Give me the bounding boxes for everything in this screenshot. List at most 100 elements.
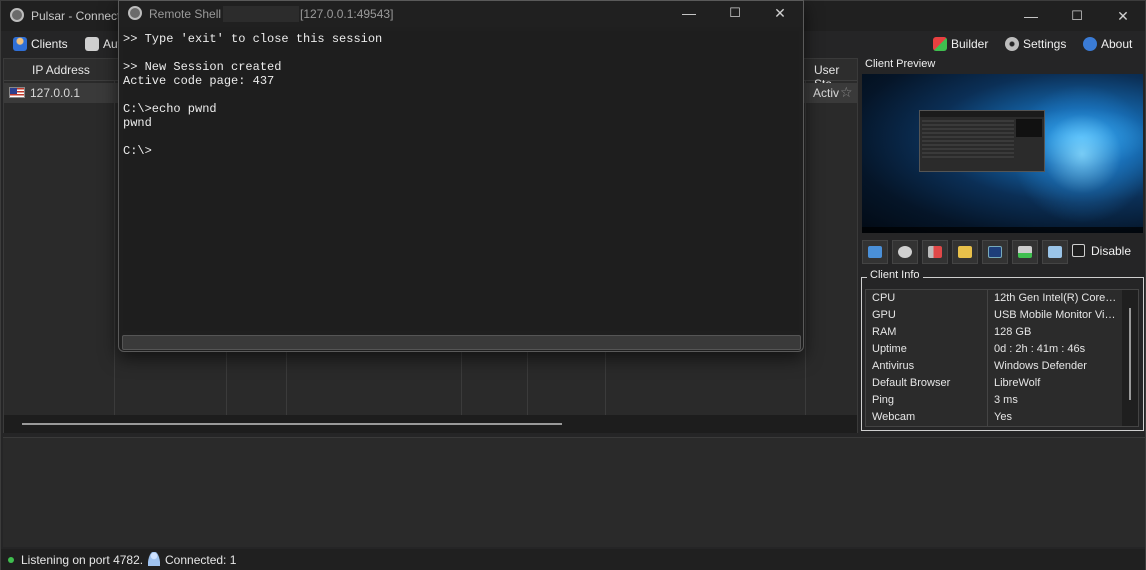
status-bar: Listening on port 4782. Connected: 1 bbox=[1, 549, 1145, 570]
menu-clients-label: Clients bbox=[31, 37, 68, 51]
audio-button[interactable] bbox=[922, 240, 948, 264]
app-logo-icon bbox=[10, 8, 24, 22]
preview-taskbar bbox=[862, 227, 1143, 233]
menu-about[interactable]: About bbox=[1083, 37, 1132, 51]
drive-button[interactable] bbox=[1012, 240, 1038, 264]
console-line: C:\>echo pwnd bbox=[123, 102, 217, 116]
info-value: Yes bbox=[994, 411, 1012, 423]
webcam-icon bbox=[898, 246, 912, 258]
client-info-legend: Client Info bbox=[867, 269, 923, 281]
status-listening: Listening on port 4782. bbox=[21, 553, 144, 567]
remote-shell-button[interactable] bbox=[982, 240, 1008, 264]
client-preview-label: Client Preview bbox=[865, 58, 936, 70]
gear-icon bbox=[1005, 37, 1019, 51]
speaker-icon bbox=[928, 246, 942, 258]
monitor-icon bbox=[868, 246, 882, 258]
shell-command-input[interactable] bbox=[122, 335, 801, 350]
info-key: Antivirus bbox=[872, 360, 915, 372]
info-value: Windows Defender bbox=[994, 360, 1087, 372]
mini-window-bar bbox=[920, 111, 1044, 117]
shell-window-title: Remote Shell bbox=[149, 7, 222, 21]
list-item[interactable]: Default Browser LibreWolf bbox=[866, 375, 1122, 392]
menu-settings[interactable]: Settings bbox=[1005, 37, 1066, 51]
console-line: >> New Session created bbox=[123, 60, 282, 74]
disable-checkbox-label: Disable bbox=[1091, 244, 1132, 258]
list-item[interactable]: Webcam Yes bbox=[866, 409, 1122, 426]
user-icon bbox=[13, 37, 27, 51]
shell-close-button[interactable]: ✕ bbox=[770, 4, 790, 22]
scrollbar-thumb[interactable] bbox=[1129, 308, 1131, 400]
scrollbar-thumb[interactable] bbox=[22, 423, 562, 425]
network-icon bbox=[1048, 246, 1062, 258]
info-key: Default Browser bbox=[872, 377, 951, 389]
list-item[interactable]: RAM 128 GB bbox=[866, 324, 1122, 341]
minimize-button[interactable]: — bbox=[1021, 7, 1041, 25]
list-item[interactable]: Uptime 0d : 2h : 41m : 46s bbox=[866, 341, 1122, 358]
webcam-button[interactable] bbox=[892, 240, 918, 264]
mini-window-panel bbox=[1016, 119, 1042, 137]
list-item[interactable]: Antivirus Windows Defender bbox=[866, 358, 1122, 375]
menu-builder-label: Builder bbox=[951, 37, 989, 51]
status-connected: Connected: 1 bbox=[165, 553, 237, 567]
disable-checkbox[interactable] bbox=[1072, 244, 1085, 257]
remote-shell-window: Remote Shell [127.0.0.1:49543] — ☐ ✕ >> … bbox=[118, 0, 804, 352]
shell-address: [127.0.0.1:49543] bbox=[300, 7, 394, 21]
info-value: USB Mobile Monitor Virtual Display bbox=[994, 309, 1118, 321]
console-line: >> Type 'exit' to close this session bbox=[123, 32, 383, 46]
us-flag-icon bbox=[9, 87, 25, 98]
menu-builder[interactable]: Builder bbox=[933, 37, 988, 51]
log-area bbox=[3, 437, 1145, 547]
menu-settings-label: Settings bbox=[1023, 37, 1067, 51]
shell-maximize-button[interactable]: ☐ bbox=[725, 4, 745, 22]
row-user-status: Activ bbox=[813, 86, 840, 100]
shell-app-icon bbox=[128, 6, 142, 20]
horizontal-scrollbar[interactable] bbox=[4, 415, 857, 433]
header-ip-address[interactable]: IP Address bbox=[32, 63, 90, 77]
connected-user-icon bbox=[148, 552, 160, 566]
status-online-icon bbox=[8, 557, 14, 563]
column-divider bbox=[114, 81, 115, 416]
info-key: Ping bbox=[872, 394, 895, 406]
info-key: CPU bbox=[872, 292, 896, 304]
mini-window-rows bbox=[922, 120, 1014, 160]
list-item[interactable]: CPU 12th Gen Intel(R) Core(TM) bbox=[866, 290, 1122, 307]
info-value: 128 GB bbox=[994, 326, 1032, 338]
file-manager-button[interactable] bbox=[952, 240, 978, 264]
info-value: LibreWolf bbox=[994, 377, 1041, 389]
star-icon: ☆ bbox=[840, 84, 853, 100]
shell-minimize-button[interactable]: — bbox=[679, 4, 699, 22]
info-value: 3 ms bbox=[994, 394, 1018, 406]
menu-auto[interactable]: Aut bbox=[85, 37, 121, 51]
redacted-hostname bbox=[223, 6, 299, 22]
terminal-icon bbox=[988, 246, 1002, 258]
console-line: C:\> bbox=[123, 144, 152, 158]
menu-about-label: About bbox=[1101, 37, 1133, 51]
info-value: 0d : 2h : 41m : 46s bbox=[994, 343, 1086, 355]
info-key: GPU bbox=[872, 309, 896, 321]
shell-console-output[interactable]: >> Type 'exit' to close this session >> … bbox=[123, 31, 799, 331]
maximize-button[interactable]: ☐ bbox=[1067, 7, 1087, 25]
remote-desktop-button[interactable] bbox=[862, 240, 888, 264]
info-key: Webcam bbox=[872, 411, 916, 423]
network-button[interactable] bbox=[1042, 240, 1068, 264]
info-key: RAM bbox=[872, 326, 897, 338]
main-window-title: Pulsar - Connect bbox=[31, 9, 121, 23]
info-value: 12th Gen Intel(R) Core(TM) bbox=[994, 292, 1118, 304]
info-key: Uptime bbox=[872, 343, 907, 355]
shell-titlebar[interactable]: Remote Shell [127.0.0.1:49543] — ☐ ✕ bbox=[119, 1, 803, 27]
console-line: Active code page: 437 bbox=[123, 74, 275, 88]
folder-icon bbox=[958, 246, 972, 258]
close-button[interactable]: ✕ bbox=[1113, 7, 1133, 25]
list-item[interactable]: Ping 3 ms bbox=[866, 392, 1122, 409]
autostart-icon bbox=[85, 37, 99, 51]
row-ip-address: 127.0.0.1 bbox=[30, 86, 81, 100]
client-preview-image bbox=[862, 74, 1143, 233]
preview-mini-window bbox=[919, 110, 1045, 172]
info-icon bbox=[1083, 37, 1097, 51]
drive-icon bbox=[1018, 246, 1032, 258]
menu-clients[interactable]: Clients bbox=[13, 37, 68, 51]
info-vertical-scrollbar[interactable] bbox=[1122, 290, 1138, 426]
builder-icon bbox=[933, 37, 947, 51]
list-item[interactable]: GPU USB Mobile Monitor Virtual Display bbox=[866, 307, 1122, 324]
client-info-list[interactable]: CPU 12th Gen Intel(R) Core(TM) GPU USB M… bbox=[865, 289, 1139, 427]
